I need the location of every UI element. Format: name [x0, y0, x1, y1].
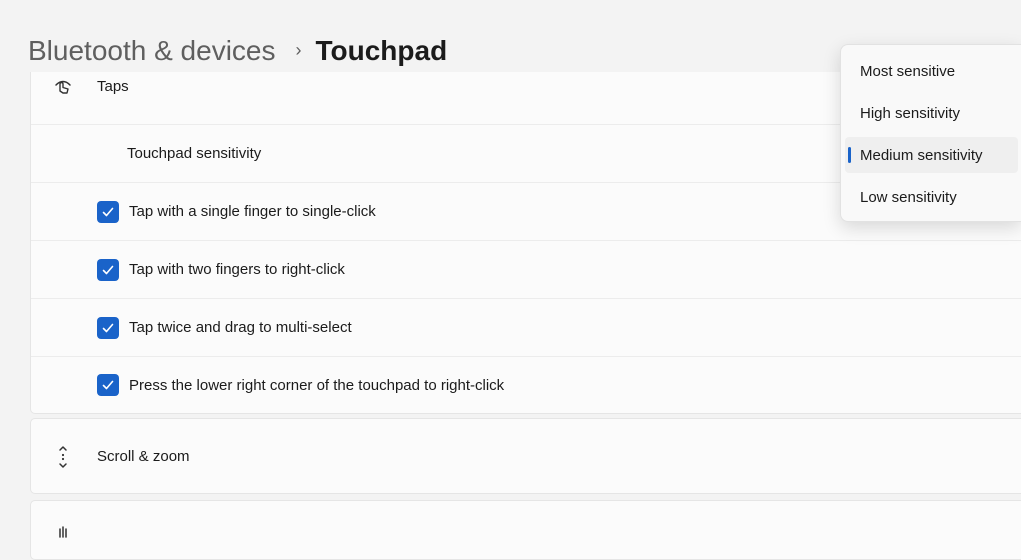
checkbox-row[interactable]: Tap with two fingers to right-click	[31, 240, 1021, 298]
gesture-icon	[49, 517, 77, 545]
next-section-card[interactable]	[30, 500, 1021, 560]
scroll-zoom-label: Scroll & zoom	[97, 448, 190, 465]
checkmark-icon	[102, 265, 114, 274]
option-label: Most sensitive	[860, 62, 956, 80]
selection-indicator	[848, 147, 851, 163]
sensitivity-option-low[interactable]: Low sensitivity	[845, 179, 1018, 215]
checkbox-label: Tap with a single finger to single-click	[129, 203, 376, 220]
tap-twice-drag-checkbox[interactable]	[97, 316, 119, 339]
scroll-arrows-icon	[49, 443, 77, 471]
checkbox-row[interactable]: Tap twice and drag to multi-select	[31, 298, 1021, 356]
sensitivity-option-high[interactable]: High sensitivity	[845, 95, 1018, 131]
scroll-zoom-section[interactable]: Scroll & zoom	[30, 418, 1021, 494]
checkbox-label: Tap twice and drag to multi-select	[129, 319, 352, 336]
sensitivity-dropdown-menu: Most sensitive High sensitivity Medium s…	[840, 44, 1021, 222]
checkbox-row[interactable]: Press the lower right corner of the touc…	[31, 356, 1021, 413]
breadcrumb: Bluetooth & devices › Touchpad	[28, 31, 447, 71]
two-finger-right-click-checkbox[interactable]	[97, 258, 119, 281]
sensitivity-option-most[interactable]: Most sensitive	[845, 53, 1018, 89]
breadcrumb-separator: ›	[295, 40, 302, 60]
checkmark-icon	[102, 207, 114, 216]
option-label: High sensitivity	[860, 104, 961, 122]
breadcrumb-parent-link[interactable]: Bluetooth & devices	[28, 31, 276, 71]
option-label: Low sensitivity	[860, 188, 957, 206]
checkmark-icon	[102, 380, 114, 390]
page-title: Touchpad	[315, 35, 448, 66]
checkbox-label: Press the lower right corner of the touc…	[129, 376, 505, 394]
settings-page: Bluetooth & devices › Touchpad Taps Touc…	[0, 0, 1021, 560]
lower-right-corner-checkbox[interactable]	[97, 374, 119, 396]
sensitivity-option-medium[interactable]: Medium sensitivity	[845, 137, 1018, 173]
taps-header-label: Taps	[97, 78, 129, 95]
option-label: Medium sensitivity	[860, 146, 983, 164]
tap-gesture-icon	[49, 74, 77, 102]
touchpad-sensitivity-label: Touchpad sensitivity	[127, 145, 262, 162]
checkmark-icon	[102, 323, 114, 332]
single-finger-click-checkbox[interactable]	[97, 200, 119, 223]
checkbox-label: Tap with two fingers to right-click	[129, 261, 345, 278]
